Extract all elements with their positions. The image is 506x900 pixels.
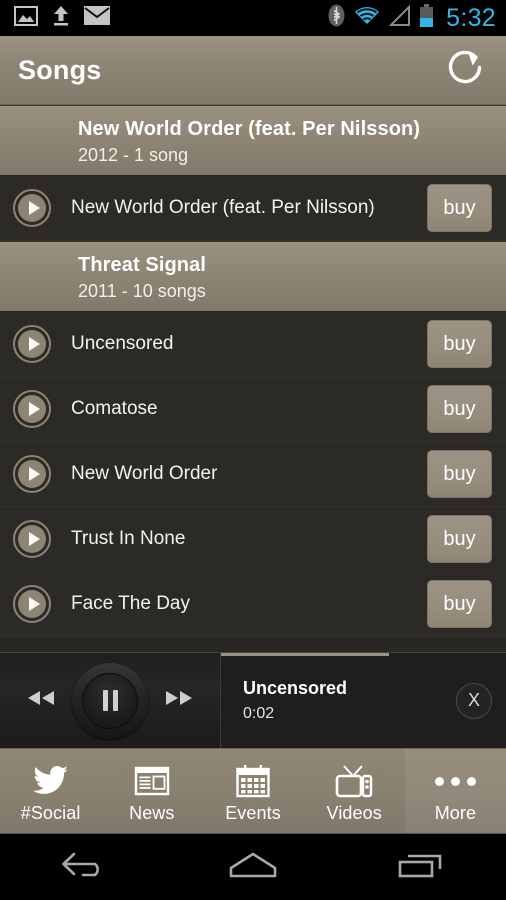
player-track-info: Uncensored 0:02 xyxy=(243,678,347,723)
battery-icon xyxy=(419,3,434,33)
image-icon xyxy=(14,5,38,31)
buy-button[interactable]: buy xyxy=(427,385,492,433)
nav-recents-button[interactable] xyxy=(380,842,464,892)
pause-icon xyxy=(82,672,138,729)
tab-social[interactable]: #Social xyxy=(0,749,101,833)
signal-icon xyxy=(388,4,411,32)
previous-button[interactable] xyxy=(18,678,64,724)
album-header: New World Order (feat. Per Nilsson) 2012… xyxy=(0,105,506,176)
tab-events[interactable]: Events xyxy=(202,749,303,833)
tab-label: Videos xyxy=(326,803,382,823)
newspaper-icon xyxy=(134,764,170,798)
play-button[interactable] xyxy=(13,325,51,363)
play-button[interactable] xyxy=(13,585,51,623)
song-title: New World Order (feat. Per Nilsson) xyxy=(71,197,375,218)
recents-icon xyxy=(396,849,448,886)
song-row[interactable]: Face The Day buy xyxy=(0,572,506,637)
play-icon xyxy=(18,194,46,222)
player-transport-controls xyxy=(0,653,221,748)
tab-news[interactable]: News xyxy=(101,749,202,833)
buy-button[interactable]: buy xyxy=(427,450,492,498)
action-bar: Songs xyxy=(0,36,506,105)
tab-label: Events xyxy=(225,803,281,823)
song-list[interactable]: New World Order (feat. Per Nilsson) 2012… xyxy=(0,105,506,652)
player-now-playing[interactable]: Uncensored 0:02 X xyxy=(221,653,506,748)
play-icon xyxy=(18,590,46,618)
status-bar-system-icons: 5:32 xyxy=(328,3,496,33)
player-bar: Uncensored 0:02 X xyxy=(0,652,506,748)
song-title: Face The Day xyxy=(71,593,190,614)
ellipsis-icon xyxy=(434,764,476,798)
tab-label: #Social xyxy=(20,803,81,823)
buy-button[interactable]: buy xyxy=(427,320,492,368)
buy-button[interactable]: buy xyxy=(427,515,492,563)
play-icon xyxy=(18,525,46,553)
bottom-tab-bar: #Social News Events Videos More xyxy=(0,748,506,833)
song-title: Trust In None xyxy=(71,528,186,549)
rewind-icon xyxy=(24,689,58,712)
play-icon xyxy=(18,395,46,423)
album-meta: 2012 - 1 song xyxy=(78,145,189,165)
home-icon xyxy=(225,850,281,885)
status-bar-notification-icons xyxy=(14,5,110,32)
song-row[interactable]: Trust In None buy xyxy=(0,507,506,572)
album-header: Threat Signal 2011 - 10 songs xyxy=(0,241,506,312)
buy-button[interactable]: buy xyxy=(427,580,492,628)
song-title: New World Order xyxy=(71,463,218,484)
refresh-button[interactable] xyxy=(442,47,488,93)
song-title: Uncensored xyxy=(71,333,174,354)
television-icon xyxy=(335,764,373,798)
tab-more[interactable]: More xyxy=(404,749,506,833)
system-navigation-bar xyxy=(0,833,506,900)
status-bar-clock: 5:32 xyxy=(446,3,496,32)
bluetooth-icon xyxy=(328,4,345,32)
play-button[interactable] xyxy=(13,189,51,227)
tab-label: More xyxy=(434,803,477,823)
play-icon xyxy=(18,330,46,358)
tab-videos[interactable]: Videos xyxy=(304,749,405,833)
play-button[interactable] xyxy=(13,455,51,493)
nav-home-button[interactable] xyxy=(211,842,295,892)
album-title: New World Order (feat. Per Nilsson) xyxy=(78,118,421,140)
next-button[interactable] xyxy=(156,678,202,724)
player-progress-bar[interactable] xyxy=(221,653,389,656)
album-title: Threat Signal xyxy=(78,254,206,276)
song-title: Comatose xyxy=(71,398,158,419)
twitter-bird-icon xyxy=(32,764,70,798)
player-elapsed-time: 0:02 xyxy=(243,705,275,722)
song-row[interactable]: New World Order (feat. Per Nilsson) buy xyxy=(0,176,506,241)
play-icon xyxy=(18,460,46,488)
fast-forward-icon xyxy=(162,689,196,712)
calendar-icon xyxy=(236,764,270,798)
page-title: Songs xyxy=(18,54,102,85)
status-bar: 5:32 xyxy=(0,0,506,36)
player-track-title: Uncensored xyxy=(243,678,348,698)
song-row[interactable]: New World Order buy xyxy=(0,442,506,507)
album-meta: 2011 - 10 songs xyxy=(78,281,206,301)
song-row[interactable]: Comatose buy xyxy=(0,377,506,442)
mail-icon xyxy=(84,6,110,30)
wifi-icon xyxy=(353,5,381,32)
play-button[interactable] xyxy=(13,520,51,558)
tab-label: News xyxy=(129,803,175,823)
upload-icon xyxy=(51,5,71,32)
nav-back-button[interactable] xyxy=(42,842,126,892)
song-row[interactable]: Uncensored buy xyxy=(0,312,506,377)
buy-button[interactable]: buy xyxy=(427,184,492,232)
refresh-icon xyxy=(443,46,487,95)
phone-screen: 5:32 Songs New World Order (feat. Per Ni… xyxy=(0,0,506,900)
close-player-button[interactable]: X xyxy=(456,682,492,719)
play-pause-button[interactable] xyxy=(72,662,148,739)
play-button[interactable] xyxy=(13,390,51,428)
back-arrow-icon xyxy=(58,848,110,887)
